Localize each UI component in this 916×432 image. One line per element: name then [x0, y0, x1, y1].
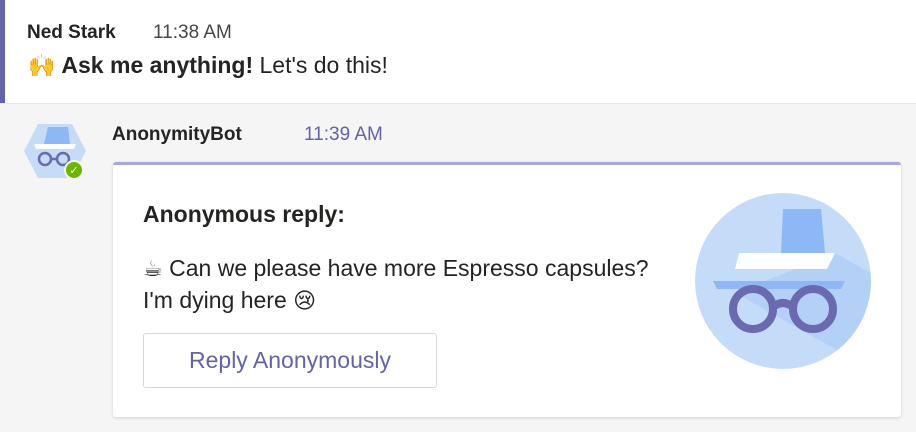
card-question-line1: ☕ Can we please have more Espresso capsu… — [143, 255, 649, 282]
card-question-text-2: I'm dying here — [143, 287, 294, 313]
bot-author[interactable]: AnonymityBot — [112, 124, 242, 146]
card-question-line2: I'm dying here 😢 — [143, 287, 316, 314]
message-author[interactable]: Ned Stark — [27, 22, 116, 44]
crying-face-emoji: 😢 — [293, 288, 317, 313]
message-bold-text: Ask me anything! — [61, 52, 254, 78]
card-question-text: Can we please have more Espresso capsule… — [162, 255, 649, 281]
online-status-icon: ✓ — [64, 160, 84, 180]
anonymous-reply-card: Anonymous reply: ☕ Can we please have mo… — [113, 162, 901, 417]
message-text: Let's do this! — [253, 52, 388, 78]
coffee-emoji: ☕ — [143, 256, 163, 281]
reply-anonymously-button[interactable]: Reply Anonymously — [143, 333, 437, 388]
raised-hands-emoji: 🙌 — [28, 53, 56, 78]
message-body: 🙌 Ask me anything! Let's do this! — [28, 52, 388, 79]
anonymity-logo-icon — [695, 193, 871, 369]
message-ned-stark: Ned Stark 11:38 AM 🙌 Ask me anything! Let… — [0, 0, 916, 104]
unread-accent-bar — [0, 0, 5, 103]
card-title: Anonymous reply: — [143, 201, 345, 227]
message-timestamp: 11:38 AM — [153, 22, 232, 43]
bot-timestamp: 11:39 AM — [304, 124, 383, 145]
